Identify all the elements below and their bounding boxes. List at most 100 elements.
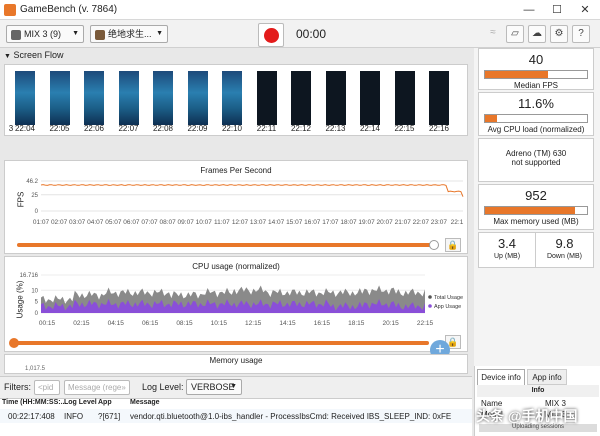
screen-thumbnail[interactable]: [187, 71, 208, 125]
fps-x-tick: 20:07: [377, 219, 394, 226]
app-dropdown[interactable]: 绝地求生... ▼: [90, 25, 168, 43]
screen-thumbnail[interactable]: [49, 71, 70, 125]
screen-thumbnail[interactable]: [429, 71, 449, 125]
fps-x-tick: 13:07: [250, 219, 267, 226]
screen-thumbnail[interactable]: [84, 71, 104, 125]
log-app: ?[671]: [98, 412, 121, 421]
filters-label: Filters:: [4, 382, 31, 392]
fps-x-tick: 22:07: [413, 219, 430, 226]
fps-time-slider[interactable]: [17, 243, 435, 247]
cpu-chart-panel: CPU usage (normalized) Usage (%) 16.716 1…: [4, 256, 468, 352]
gpu-name: Adreno (TM) 630: [505, 149, 567, 158]
memory-chart-panel: Memory usage 1,017.5: [4, 354, 468, 374]
screen-thumbnail[interactable]: [118, 71, 139, 125]
watermark: 头条 @手机中国: [476, 408, 578, 424]
fps-x-tick: 11:07: [214, 219, 230, 226]
cpu-bar: [484, 114, 588, 123]
table-row[interactable]: 00:22:17:408 INFO ?[671] vendor.qti.blue…: [0, 409, 472, 423]
screen-flow-strip[interactable]: 3 22:04 22:05 22:06 22:07 22:08 22:09 22:10 22:…: [4, 64, 468, 136]
cpu-y-tick: 16.716: [20, 273, 39, 279]
chevron-down-icon: ▼: [156, 30, 163, 37]
cpu-load-value: 11.6%: [518, 96, 554, 111]
device-dropdown[interactable]: MIX 3 (9) ▼: [6, 25, 84, 43]
download-value: 9.8: [555, 236, 574, 251]
record-icon: [264, 28, 279, 43]
log-col-time[interactable]: Time (HH:MM:SS:...: [2, 399, 66, 406]
memory-bar: [484, 206, 588, 215]
tab-device-info[interactable]: Device info: [477, 369, 525, 385]
screen-flow-label: Screen Flow: [13, 50, 64, 60]
screen-thumbnail[interactable]: [15, 71, 35, 125]
log-time: 00:22:17:408: [8, 412, 55, 421]
log-level-value: VERBOSE: [191, 382, 235, 392]
screen-thumbnail[interactable]: [153, 71, 173, 125]
fps-x-tick: 09:07: [178, 219, 195, 226]
fps-x-tick: 02:07: [51, 219, 68, 226]
screen-thumbnail[interactable]: [291, 71, 311, 125]
cpu-bar-fill: [485, 115, 498, 122]
memory-ytick: 1,017.5: [25, 366, 46, 372]
fps-x-tick: 12:07: [232, 219, 249, 226]
max-memory-value: 952: [525, 188, 547, 203]
fps-x-tick: 05:07: [105, 219, 122, 226]
log-col-level[interactable]: Log Level: [64, 399, 97, 406]
log-level: INFO: [64, 412, 84, 421]
fps-lock-icon[interactable]: 🔒: [445, 238, 461, 252]
log-level-dropdown[interactable]: VERBOSE ▼: [186, 379, 242, 395]
cpu-x-tick: 20:15: [382, 320, 399, 327]
log-col-app[interactable]: App: [98, 399, 112, 406]
screen-thumbnail[interactable]: [394, 71, 415, 125]
cpu-y-tick: 0: [35, 311, 39, 317]
fps-tick-top: 46.2: [26, 179, 38, 185]
pid-filter-input[interactable]: <pid: [34, 380, 60, 395]
screen-thumbnail[interactable]: [222, 71, 242, 125]
record-button[interactable]: [258, 23, 284, 47]
info-section-header: Info: [477, 385, 599, 397]
help-button[interactable]: ?: [572, 25, 590, 43]
fps-x-tick: 14:07: [268, 219, 285, 226]
median-fps-value: 40: [528, 52, 544, 67]
chevron-down-icon: ▼: [72, 30, 79, 37]
cpu-x-tick: 10:15: [211, 320, 228, 327]
gpu-status: not supported: [511, 158, 561, 167]
close-icon[interactable]: ✕: [574, 2, 596, 18]
settings-button[interactable]: ⚙: [550, 25, 568, 43]
minimize-icon[interactable]: —: [518, 2, 540, 18]
screen-thumbnail[interactable]: [360, 71, 380, 125]
memory-metric-card: 952 Max memory used (MB): [478, 184, 594, 230]
cpu-x-tick: 18:15: [348, 320, 365, 327]
fps-x-tick: 22:1: [451, 219, 464, 226]
screen-thumbnail[interactable]: [256, 71, 277, 125]
memory-bar-fill: [485, 207, 575, 214]
screen-flow-header[interactable]: ▼ Screen Flow: [4, 50, 470, 63]
cpu-chart: 16.716 10 5 000:15 02:15 04:15 06:15 08:15 10:15…: [20, 273, 463, 327]
cpu-load-label: Avg CPU load (normalized): [487, 125, 585, 134]
cpu-y-tick: 5: [35, 300, 39, 306]
screen-thumbnail[interactable]: [325, 71, 346, 125]
log-col-message[interactable]: Message: [130, 399, 160, 406]
cloud-upload-button[interactable]: ☁: [528, 25, 546, 43]
delete-button[interactable]: ▱: [506, 25, 524, 43]
tab-app-info[interactable]: App info: [527, 369, 567, 385]
cpu-time-slider[interactable]: [13, 341, 429, 345]
fps-x-tick: 17:07: [322, 219, 339, 226]
max-memory-label: Max memory used (MB): [493, 217, 579, 226]
log-level-label: Log Level:: [142, 382, 184, 392]
wifi-icon[interactable]: ≈: [484, 25, 502, 43]
fps-chart: 46.2 25 0 01:07 02:07 03:07 04:07 05:07 06:07 07:…: [26, 179, 464, 226]
cpu-legend-marker: [428, 304, 432, 308]
fps-tick-mid: 25: [31, 193, 38, 199]
upload-metric-card: 3.4 Up (MB): [478, 232, 535, 268]
fps-chart-panel: Frames Per Second FPS 46.2 25 0 01:07 02:07 0…: [4, 160, 468, 254]
log-message: vendor.qti.bluetooth@1.0-ibs_handler - P…: [130, 412, 452, 421]
fps-slider-handle[interactable]: [429, 240, 439, 250]
upload-label: Up (MB): [493, 253, 521, 260]
maximize-icon[interactable]: ☐: [546, 2, 568, 18]
collapse-icon: ▼: [4, 53, 11, 60]
cpu-x-tick: 00:15: [39, 320, 56, 327]
cpu-slider-handle[interactable]: [9, 338, 19, 348]
message-filter-input[interactable]: Message (rege»: [64, 380, 130, 395]
fps-x-tick: 15:07: [286, 219, 303, 226]
cpu-x-tick: 14:15: [279, 320, 296, 327]
cpu-x-tick: 12:15: [245, 320, 262, 327]
